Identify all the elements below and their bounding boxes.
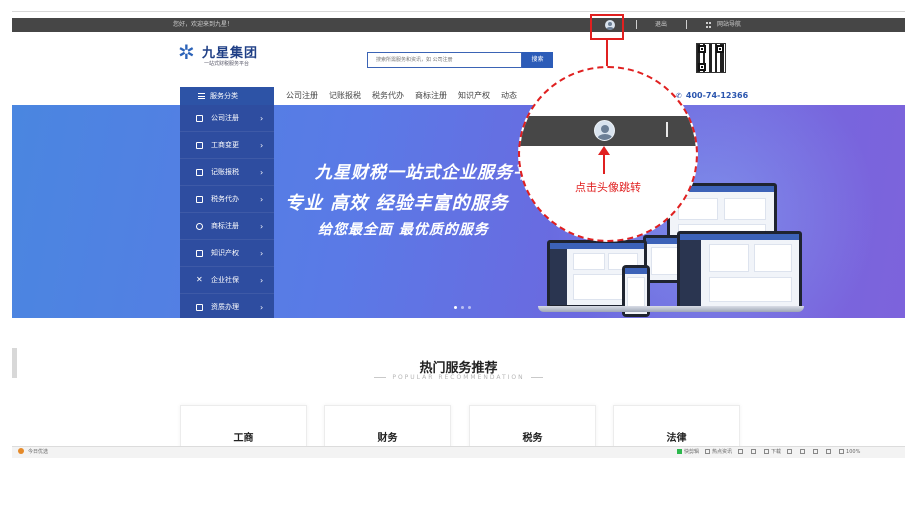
chevron-right-icon: › bbox=[260, 276, 264, 285]
chevron-right-icon: › bbox=[260, 114, 264, 123]
qr-code bbox=[696, 43, 726, 73]
nav-link-bookkeeping[interactable]: 记账报税 bbox=[329, 87, 361, 105]
service-card-title: 工商 bbox=[233, 433, 254, 444]
today-picks-link[interactable]: 今日优选 bbox=[18, 447, 48, 458]
sidebar-item-ip[interactable]: 知识产权 › bbox=[180, 240, 274, 267]
zoom-callout: 点击头像跳转 bbox=[518, 66, 698, 242]
banner-headline: 九星财税一站式企业服务平 bbox=[315, 163, 531, 183]
divider bbox=[636, 20, 637, 29]
section-subtitle: POPULAR RECOMMENDATION bbox=[12, 374, 905, 381]
service-card-title: 法律 bbox=[666, 433, 687, 444]
download-button[interactable]: 下载 bbox=[764, 447, 781, 458]
sidebar-item-label: 知识产权 bbox=[211, 249, 239, 257]
status-bar-tools: 快剪辑 热点资讯 下载 100% bbox=[677, 447, 860, 458]
service-card-title: 财务 bbox=[377, 433, 398, 444]
menu-icon bbox=[198, 93, 205, 99]
nav-link-company-registration[interactable]: 公司注册 bbox=[286, 87, 318, 105]
welcome-text: 您好，欢迎来到九星！ bbox=[173, 21, 234, 28]
nav-link-tax-agency[interactable]: 税务代办 bbox=[372, 87, 404, 105]
search-box: 搜索 bbox=[367, 52, 553, 68]
main-nav: 公司注册 记账报税 税务代办 商标注册 知识产权 动态 bbox=[286, 87, 517, 105]
chevron-right-icon: › bbox=[260, 195, 264, 204]
logout-link[interactable]: 退出 bbox=[655, 19, 667, 31]
grid-icon bbox=[706, 22, 712, 28]
star-logo-icon: ✲ bbox=[178, 40, 195, 64]
status-icon[interactable] bbox=[813, 447, 820, 458]
banner-subheadline: 专业 高效 经验丰富的服务 bbox=[285, 193, 509, 214]
search-input[interactable] bbox=[367, 52, 522, 68]
hotline-number: 400-74-12366 bbox=[676, 88, 748, 104]
status-icon[interactable] bbox=[751, 447, 758, 458]
sidebar-item-business-change[interactable]: 工商变更 › bbox=[180, 132, 274, 159]
quick-edit-button[interactable]: 快剪辑 bbox=[677, 447, 699, 458]
chevron-right-icon: › bbox=[260, 222, 264, 231]
chevron-right-icon: › bbox=[260, 141, 264, 150]
service-category-menu: 公司注册 › 工商变更 › 记账报税 › 税务代办 › 商标注册 › 知识产权 … bbox=[180, 105, 274, 321]
browser-viewport: 您好，欢迎来到九星！ 退出 网站导航 ✲ 九星集团 一站式财税服务平台 搜索 服… bbox=[12, 11, 905, 458]
laptop-base bbox=[538, 306, 804, 312]
laptop-right-image bbox=[677, 231, 802, 311]
site-nav-link[interactable]: 网站导航 bbox=[717, 19, 741, 31]
banner-tagline: 给您最全面 最优质的服务 bbox=[318, 222, 489, 238]
sidebar-item-trademark[interactable]: 商标注册 › bbox=[180, 213, 274, 240]
sidebar-item-label: 企业社保 bbox=[211, 276, 239, 284]
zoomed-divider bbox=[666, 122, 668, 137]
divider bbox=[686, 20, 687, 29]
hot-news-button[interactable]: 热点资讯 bbox=[705, 447, 732, 458]
sidebar-item-social-insurance[interactable]: ✕ 企业社保 › bbox=[180, 267, 274, 294]
chevron-right-icon: › bbox=[260, 168, 264, 177]
chevron-right-icon: › bbox=[260, 249, 264, 258]
avatar-highlight-box bbox=[590, 14, 624, 40]
sidebar-item-qualification[interactable]: 资质办理 › bbox=[180, 294, 274, 321]
category-label: 服务分类 bbox=[210, 92, 238, 100]
sidebar-item-label: 工商变更 bbox=[211, 141, 239, 149]
trademark-icon bbox=[196, 223, 203, 230]
sidebar-item-bookkeeping[interactable]: 记账报税 › bbox=[180, 159, 274, 186]
search-button[interactable]: 搜索 bbox=[522, 52, 553, 68]
zoom-level[interactable]: 100% bbox=[839, 447, 860, 458]
carousel-dots[interactable] bbox=[454, 306, 471, 309]
patent-icon bbox=[196, 250, 203, 257]
sidebar-item-label: 公司注册 bbox=[211, 114, 239, 122]
certificate-icon bbox=[196, 304, 203, 311]
status-icon[interactable] bbox=[738, 447, 745, 458]
zoomed-avatar-icon bbox=[594, 120, 615, 141]
callout-caption: 点击头像跳转 bbox=[575, 181, 641, 194]
sidebar-item-label: 商标注册 bbox=[211, 222, 239, 230]
document-icon bbox=[196, 142, 203, 149]
service-category-header[interactable]: 服务分类 bbox=[180, 87, 274, 105]
top-bar: 您好，欢迎来到九星！ 退出 网站导航 bbox=[12, 18, 905, 32]
company-tagline: 一站式财税服务平台 bbox=[204, 61, 250, 67]
callout-arrow bbox=[603, 154, 605, 174]
sidebar-item-label: 资质办理 bbox=[211, 303, 239, 311]
browser-status-bar: 今日优选 快剪辑 热点资讯 下载 100% bbox=[12, 446, 905, 458]
nav-link-ip[interactable]: 知识产权 bbox=[458, 87, 490, 105]
sidebar-item-company-registration[interactable]: 公司注册 › bbox=[180, 105, 274, 132]
sidebar-item-label: 税务代办 bbox=[211, 195, 239, 203]
status-icon[interactable] bbox=[826, 447, 833, 458]
ledger-icon bbox=[196, 169, 203, 176]
company-logo[interactable]: ✲ 九星集团 一站式财税服务平台 bbox=[178, 40, 268, 70]
company-name: 九星集团 bbox=[202, 46, 259, 61]
status-icon[interactable] bbox=[787, 447, 794, 458]
sidebar-item-label: 记账报税 bbox=[211, 168, 239, 176]
sidebar-item-tax-agency[interactable]: 税务代办 › bbox=[180, 186, 274, 213]
nav-link-news[interactable]: 动态 bbox=[501, 87, 517, 105]
chevron-right-icon: › bbox=[260, 303, 264, 312]
insurance-icon: ✕ bbox=[196, 275, 203, 284]
tax-icon bbox=[196, 196, 203, 203]
building-icon bbox=[196, 115, 203, 122]
hero-banner[interactable]: 九星财税一站式企业服务平 专业 高效 经验丰富的服务 给您最全面 最优质的服务 bbox=[12, 105, 905, 318]
nav-link-trademark[interactable]: 商标注册 bbox=[415, 87, 447, 105]
service-card-title: 税务 bbox=[522, 433, 543, 444]
status-icon[interactable] bbox=[800, 447, 807, 458]
